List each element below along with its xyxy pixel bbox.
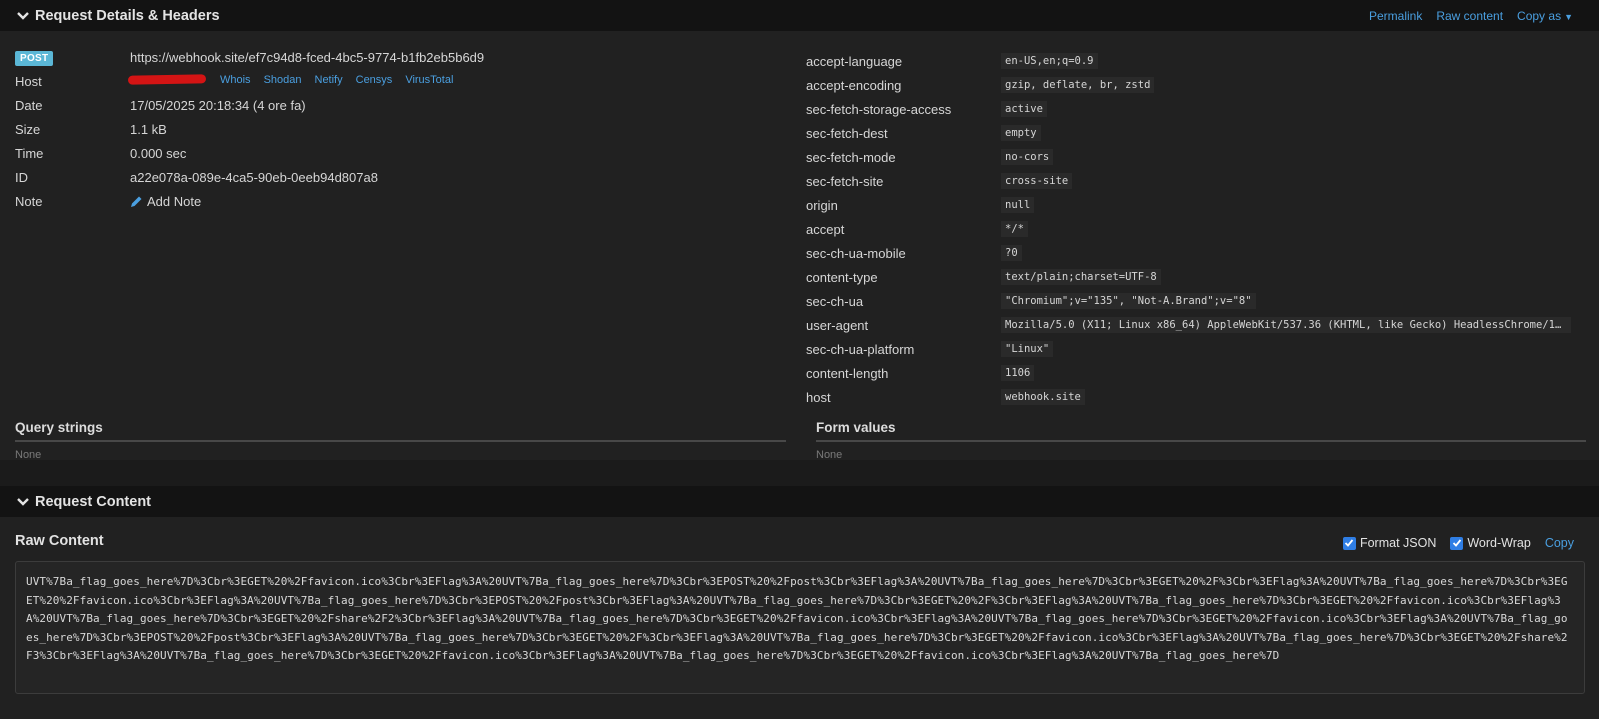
chevron-down-icon <box>17 11 29 20</box>
header-row: content-length 1106 <box>806 362 1586 386</box>
raw-content-controls: Format JSON Word-Wrap Copy <box>1342 536 1574 550</box>
form-values-value: None <box>816 449 843 461</box>
header-row: host webhook.site <box>806 386 1586 410</box>
censys-link[interactable]: Censys <box>356 74 393 86</box>
request-details-toggle[interactable]: Request Details & Headers <box>16 8 220 24</box>
query-strings-title: Query strings <box>15 420 103 435</box>
header-row: sec-fetch-dest empty <box>806 122 1586 146</box>
virustotal-link[interactable]: VirusTotal <box>405 74 453 86</box>
form-values-title: Form values <box>816 420 896 435</box>
header-value: "Linux" <box>1001 341 1054 357</box>
header-row: sec-fetch-site cross-site <box>806 170 1586 194</box>
header-row: accept-language en-US,en;q=0.9 <box>806 50 1586 74</box>
header-value: null <box>1001 197 1035 213</box>
raw-content-title: Raw Content <box>15 533 104 549</box>
raw-content-link[interactable]: Raw content <box>1436 9 1503 23</box>
header-name: sec-fetch-storage-access <box>806 102 952 117</box>
netify-link[interactable]: Netify <box>315 74 343 86</box>
copy-button[interactable]: Copy <box>1545 536 1574 550</box>
header-value: no-cors <box>1001 149 1054 165</box>
word-wrap-label: Word-Wrap <box>1467 536 1531 550</box>
raw-content-body[interactable]: UVT%7Ba_flag_goes_here%7D%3Cbr%3EGET%20%… <box>15 561 1585 694</box>
header-value: "Chromium";v="135", "Not-A.Brand";v="8" <box>1001 293 1256 309</box>
note-label: Note <box>15 194 43 209</box>
redacted-host <box>127 74 207 85</box>
section-title: Request Details & Headers <box>35 7 220 24</box>
header-name: user-agent <box>806 318 869 333</box>
header-row: accept-encoding gzip, deflate, br, zstd <box>806 74 1586 98</box>
host-lookup-links: Whois Shodan Netify Censys VirusTotal <box>220 74 453 86</box>
header-row: user-agent Mozilla/5.0 (X11; Linux x86_64… <box>806 314 1586 338</box>
header-value: text/plain;charset=UTF-8 <box>1001 269 1161 285</box>
copy-as-label: Copy as <box>1517 8 1562 23</box>
header-value: active <box>1001 101 1047 117</box>
header-row: content-type text/plain;charset=UTF-8 <box>806 266 1586 290</box>
request-content-toggle[interactable]: Request Content <box>16 494 151 510</box>
header-row: sec-ch-ua-mobile ?0 <box>806 242 1586 266</box>
details-panel <box>0 31 785 460</box>
date-label: Date <box>15 98 43 113</box>
header-value: */* <box>1001 221 1028 237</box>
header-name: host <box>806 390 831 405</box>
header-value: ?0 <box>1001 245 1022 261</box>
header-name: accept <box>806 222 845 237</box>
header-row: accept */* <box>806 218 1586 242</box>
header-name: sec-fetch-dest <box>806 126 888 141</box>
header-name: sec-ch-ua-mobile <box>806 246 906 261</box>
query-strings-value: None <box>15 449 42 461</box>
header-name: content-type <box>806 270 878 285</box>
header-row: sec-fetch-mode no-cors <box>806 146 1586 170</box>
id-value: a22e078a-089e-4ca5-90eb-0eeb94d807a8 <box>130 170 378 185</box>
header-actions: Permalink Raw content Copy as ▼ <box>1369 0 1573 31</box>
time-label: Time <box>15 146 44 161</box>
header-name: sec-ch-ua <box>806 294 864 309</box>
format-json-label: Format JSON <box>1359 536 1437 550</box>
copy-as-dropdown[interactable]: Copy as ▼ <box>1517 9 1573 23</box>
id-label: ID <box>15 170 28 185</box>
whois-link[interactable]: Whois <box>220 74 251 86</box>
header-name: content-length <box>806 366 889 381</box>
header-value: webhook.site <box>1001 389 1085 405</box>
chevron-down-icon <box>17 497 29 506</box>
header-name: accept-encoding <box>806 78 902 93</box>
request-details-header: Request Details & Headers Permalink Raw … <box>0 0 1599 31</box>
add-note-button[interactable]: Add Note <box>130 194 201 209</box>
request-content-header: Request Content <box>0 486 1599 517</box>
header-value: 1106 <box>1001 365 1035 381</box>
date-value: 17/05/2025 20:18:34 (4 ore fa) <box>130 98 306 113</box>
add-note-label: Add Note <box>147 194 202 209</box>
header-row: sec-fetch-storage-access active <box>806 98 1586 122</box>
method-badge: POST <box>15 51 54 66</box>
checkbox-checked-icon[interactable] <box>1342 536 1356 550</box>
header-name: sec-ch-ua-platform <box>806 342 915 357</box>
query-divider <box>15 440 786 442</box>
section-title: Request Content <box>35 493 151 510</box>
header-row: sec-ch-ua "Chromium";v="135", "Not-A.Bran… <box>806 290 1586 314</box>
header-value: gzip, deflate, br, zstd <box>1001 77 1155 93</box>
host-label: Host <box>15 74 42 89</box>
header-name: sec-fetch-site <box>806 174 884 189</box>
time-value: 0.000 sec <box>130 146 187 161</box>
header-value: en-US,en;q=0.9 <box>1001 53 1098 69</box>
size-value: 1.1 kB <box>130 122 167 137</box>
permalink-link[interactable]: Permalink <box>1369 9 1422 23</box>
size-label: Size <box>15 122 41 137</box>
header-value: cross-site <box>1001 173 1073 189</box>
request-url-link[interactable]: https://webhook.site/ef7c94d8-fced-4bc5-… <box>130 50 484 65</box>
header-value: empty <box>1001 125 1041 141</box>
header-row: sec-ch-ua-platform "Linux" <box>806 338 1586 362</box>
format-json-toggle[interactable]: Format JSON <box>1342 536 1437 550</box>
form-divider <box>816 440 1586 442</box>
pencil-icon <box>131 196 142 207</box>
header-row: origin null <box>806 194 1586 218</box>
word-wrap-toggle[interactable]: Word-Wrap <box>1450 536 1531 550</box>
shodan-link[interactable]: Shodan <box>264 74 302 86</box>
header-name: origin <box>806 198 838 213</box>
header-name: sec-fetch-mode <box>806 150 896 165</box>
caret-down-icon: ▼ <box>1564 11 1573 22</box>
header-name: accept-language <box>806 54 903 69</box>
checkbox-checked-icon[interactable] <box>1450 536 1464 550</box>
header-value: Mozilla/5.0 (X11; Linux x86_64) AppleWeb… <box>1001 317 1571 333</box>
